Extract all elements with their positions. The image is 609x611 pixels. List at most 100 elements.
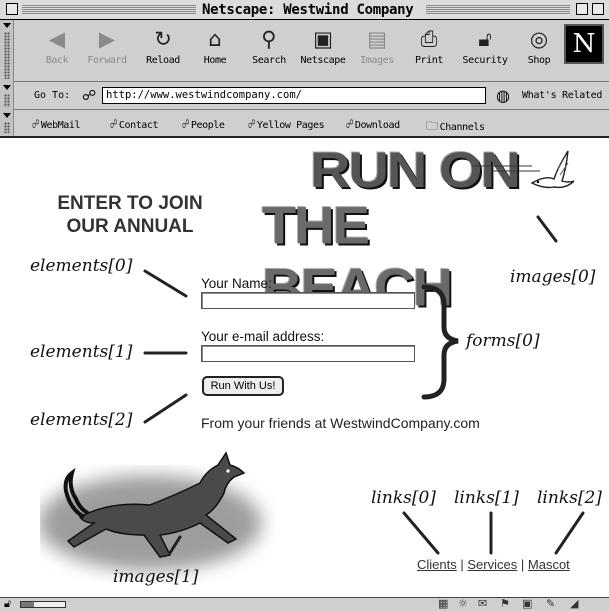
navigator-icon[interactable]: ☼: [458, 597, 468, 610]
toolbar-button-label: Print: [414, 55, 444, 66]
window-titlebar[interactable]: Netscape: Westwind Company: [0, 0, 609, 20]
whats-related-button[interactable]: What's Related: [522, 90, 602, 101]
personal-item-label: WebMail: [40, 120, 81, 131]
personal-item-channels[interactable]: 🗀︎ Channels: [426, 117, 485, 138]
run-on-the-beach-banner: RUN ON THE BEACH: [262, 141, 575, 317]
location-bar: Go To: ☍ http://www.westwindcompany.com/…: [0, 82, 609, 110]
home-icon: ⌂: [208, 27, 222, 51]
progress-fill: [21, 602, 35, 607]
personal-item-webmail[interactable]: ☍ WebMail: [32, 117, 81, 131]
location-collapse-grip[interactable]: [0, 82, 14, 110]
security-lock-icon[interactable]: 🔓︎: [4, 597, 11, 611]
toolbar-collapse-grip[interactable]: [0, 20, 14, 82]
zoom-box[interactable]: [576, 3, 588, 15]
progress-bar: [20, 601, 66, 608]
email-label: Your e-mail address:: [201, 329, 325, 344]
personal-item-people[interactable]: ☍ People: [182, 117, 225, 131]
name-label: Your Name:: [201, 276, 272, 291]
name-input[interactable]: [201, 292, 415, 309]
bookmark-icon: ☍: [182, 117, 189, 131]
titlebar-stripes: [22, 4, 198, 15]
toolbar-button-label: Netscape: [300, 55, 346, 66]
newsgroups-icon[interactable]: ⚑: [500, 597, 510, 610]
window-title: Netscape: Westwind Company: [196, 1, 420, 19]
mail-icon[interactable]: ✉: [478, 597, 487, 610]
close-box[interactable]: [6, 3, 18, 15]
bookmark-icon: ☍: [110, 117, 117, 131]
annotation-images1: images[1]: [113, 567, 199, 587]
toolbar-button-label: Images: [360, 55, 394, 66]
padlock-icon: 🔓︎: [478, 27, 492, 51]
leader-links0: [402, 511, 440, 555]
link-clients[interactable]: Clients: [417, 557, 457, 572]
personal-item-contact[interactable]: ☍ Contact: [110, 117, 159, 131]
run-with-us-button[interactable]: Run With Us!: [202, 376, 284, 396]
annotation-links2: links[2]: [537, 488, 602, 508]
annotation-elements0: elements[0]: [30, 256, 133, 276]
collapse-box[interactable]: [592, 3, 604, 15]
address-book-icon[interactable]: ▣: [522, 597, 532, 610]
leader-elements0: [143, 269, 188, 298]
titlebar-stripes: [426, 4, 570, 15]
toolbar-button-print[interactable]: ⎙ Print: [402, 26, 456, 78]
resize-icon[interactable]: ◢: [570, 597, 578, 610]
status-bar: 🔓︎ ▦ ☼ ✉ ⚑ ▣ ✎ ◢: [0, 597, 609, 611]
url-field[interactable]: http://www.westwindcompany.com/: [102, 87, 486, 104]
toolbar-button-netscape[interactable]: ▣ Netscape: [296, 26, 350, 78]
bookmark-icon: ☍: [248, 117, 255, 131]
toolbar-button-label: Shop: [527, 55, 551, 66]
page-content: RUN ON THE BEACH ENTER TO JOIN OUR ANNUA…: [0, 139, 609, 597]
toolbar-button-forward[interactable]: ▶ Forward: [80, 26, 134, 78]
toolbar-button-home[interactable]: ⌂ Home: [188, 26, 242, 78]
annotation-links1: links[1]: [454, 488, 519, 508]
toolbar-button-images[interactable]: ▤ Images: [350, 26, 404, 78]
forward-arrow-icon: ▶: [98, 27, 116, 51]
leader-elements2: [143, 393, 188, 424]
toolbar-button-label: Search: [252, 55, 286, 66]
email-input[interactable]: [201, 345, 415, 362]
annotation-images0: images[0]: [510, 267, 596, 287]
link-separator: |: [460, 557, 464, 572]
personal-item-label: People: [190, 120, 225, 131]
link-services[interactable]: Services: [467, 557, 517, 572]
toolbar-button-security[interactable]: 🔓︎ Security: [458, 26, 512, 78]
toolbar-button-label: Security: [462, 55, 508, 66]
personal-collapse-grip[interactable]: [0, 110, 14, 136]
toolbar-button-label: Reload: [146, 55, 180, 66]
toolbar-button-reload[interactable]: ↻ Reload: [136, 26, 190, 78]
toolbar-button-search[interactable]: ⚲ Search: [242, 26, 296, 78]
go-to-label: Go To:: [34, 90, 71, 101]
print-icon: ⎙: [420, 27, 438, 51]
netscape-logo[interactable]: N: [564, 24, 604, 64]
annotation-elements1: elements[1]: [30, 342, 133, 362]
toolbar-button-label: Back: [45, 55, 69, 66]
component-bar-icon[interactable]: ▦: [438, 597, 448, 610]
page-proxy-icon[interactable]: ☍: [82, 88, 96, 104]
friends-text: From your friends at WestwindCompany.com: [201, 415, 480, 431]
personal-item-label: Channels: [439, 122, 485, 133]
toolbar-button-shop[interactable]: ◎ Shop: [512, 26, 566, 78]
netscape-icon: ▣: [313, 27, 333, 51]
personal-item-yellow-pages[interactable]: ☍ Yellow Pages: [248, 117, 325, 131]
reload-icon: ↻: [154, 27, 172, 51]
running-dog-image: [40, 451, 262, 571]
intro-heading: ENTER TO JOIN OUR ANNUAL: [57, 193, 203, 237]
link-separator: |: [520, 557, 525, 572]
toolbar-button-back[interactable]: ◀ Back: [30, 26, 84, 78]
bookmark-icon: ☍: [346, 117, 353, 131]
annotation-forms0: forms[0]: [466, 331, 540, 351]
back-arrow-icon: ◀: [48, 27, 66, 51]
shop-icon: ◎: [529, 27, 549, 51]
whats-related-icon[interactable]: ◍: [496, 86, 510, 105]
annotation-links0: links[0]: [371, 488, 436, 508]
personal-item-download[interactable]: ☍ Download: [346, 117, 400, 131]
link-mascot[interactable]: Mascot: [528, 557, 570, 572]
banner-motion-lines: [472, 165, 540, 172]
bookmark-icon: ☍: [32, 117, 39, 131]
footer-links: Clients | Services | Mascot: [417, 557, 570, 572]
folder-icon: 🗀︎: [426, 119, 438, 133]
composer-icon[interactable]: ✎: [546, 597, 555, 610]
leader-links2: [554, 511, 585, 555]
annotation-elements2: elements[2]: [30, 410, 133, 430]
personal-item-label: Contact: [118, 120, 159, 131]
